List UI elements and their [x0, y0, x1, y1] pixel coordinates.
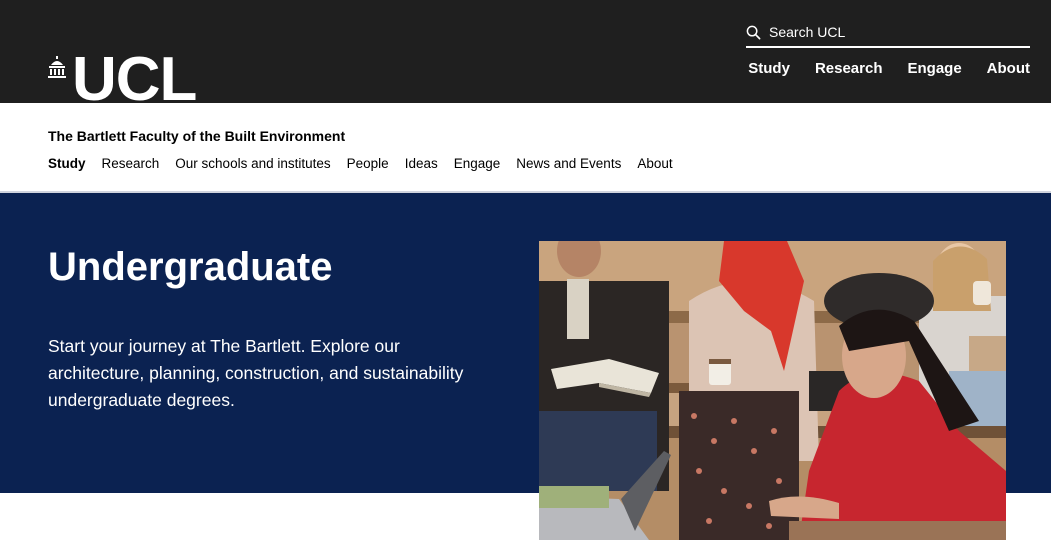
search-placeholder: Search UCL [769, 24, 846, 40]
ucl-logo[interactable]: UCL [48, 56, 196, 103]
page-title: Undergraduate [48, 245, 333, 289]
ucl-top-nav: Study Research Engage About [748, 60, 1030, 77]
faculty-nav: Study Research Our schools and institute… [48, 156, 673, 171]
faculty-nav-schools-institutes[interactable]: Our schools and institutes [175, 156, 330, 171]
students-studying-photo [539, 241, 1006, 540]
faculty-nav-people[interactable]: People [347, 156, 389, 171]
faculty-nav-about[interactable]: About [637, 156, 672, 171]
faculty-nav-study[interactable]: Study [48, 156, 86, 171]
top-nav-research[interactable]: Research [815, 60, 883, 77]
faculty-nav-engage[interactable]: Engage [454, 156, 501, 171]
search-ucl-field[interactable]: Search UCL [746, 22, 1030, 48]
faculty-nav-research[interactable]: Research [102, 156, 160, 171]
ucl-masthead: UCL Search UCL Study Research Engage Abo… [0, 0, 1051, 103]
faculty-title[interactable]: The Bartlett Faculty of the Built Enviro… [48, 128, 345, 144]
faculty-nav-ideas[interactable]: Ideas [405, 156, 438, 171]
top-nav-engage[interactable]: Engage [907, 60, 961, 77]
top-nav-about[interactable]: About [987, 60, 1030, 77]
search-icon [746, 25, 761, 39]
faculty-nav-news-events[interactable]: News and Events [516, 156, 621, 171]
hero-description: Start your journey at The Bartlett. Expl… [48, 336, 464, 410]
hero-photo-illustration [539, 241, 1006, 540]
faculty-header: The Bartlett Faculty of the Built Enviro… [0, 103, 1051, 193]
ucl-wordmark: UCL [72, 56, 197, 103]
top-nav-study[interactable]: Study [748, 60, 790, 77]
ucl-portico-icon [48, 56, 66, 78]
